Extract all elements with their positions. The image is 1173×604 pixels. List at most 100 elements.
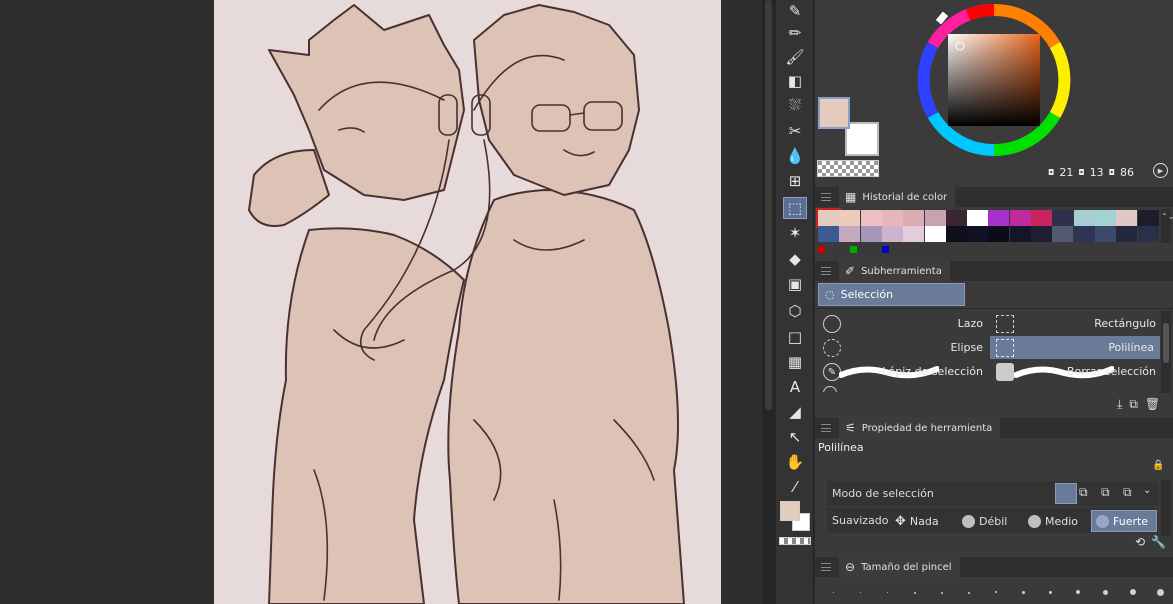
brush-size-panel[interactable] — [815, 577, 1173, 604]
main-color-box[interactable] — [818, 97, 850, 129]
subtool-lapiz-seleccion[interactable]: ✎ Lápiz de selección — [817, 360, 989, 383]
mesh-icon[interactable]: ⊞ — [783, 170, 807, 192]
subtool-borrar-seleccion[interactable]: Borrar selección — [990, 360, 1162, 383]
color-history-swatch[interactable] — [850, 246, 857, 253]
color-history-swatch[interactable] — [1052, 210, 1074, 226]
subtool-group-selection[interactable]: ◌ Selección — [818, 283, 965, 306]
color-history-swatch[interactable] — [988, 226, 1010, 242]
drawing-canvas[interactable] — [214, 0, 721, 604]
trash-icon[interactable]: 🗑 — [1145, 397, 1160, 412]
play-icon[interactable]: ▶ — [1153, 163, 1168, 178]
airbrush-icon[interactable]: ⛆ — [783, 94, 807, 116]
pencil-icon[interactable]: ✏ — [783, 22, 807, 44]
smoothing-fuerte[interactable]: Fuerte — [1091, 510, 1157, 532]
mode-new-icon[interactable] — [1055, 483, 1077, 504]
subtool-lazo[interactable]: Lazo — [817, 312, 989, 335]
chevron-down-icon[interactable]: ⌄ — [1143, 485, 1151, 496]
wrench-icon[interactable]: 🔧 — [1151, 535, 1166, 549]
subtool-polilinea[interactable]: Polilínea — [990, 336, 1160, 359]
color-history-swatch[interactable] — [816, 208, 841, 228]
operation-icon[interactable]: ↖ — [783, 426, 807, 448]
color-history-swatch[interactable] — [818, 226, 839, 242]
subtool-elipse[interactable]: Elipse — [817, 336, 989, 359]
color-history-swatch[interactable] — [1031, 210, 1052, 226]
auto-select-icon[interactable]: ✶ — [783, 222, 807, 244]
menu-icon[interactable] — [821, 193, 831, 201]
color-history-swatch[interactable] — [1073, 226, 1095, 242]
color-history-swatch[interactable] — [988, 210, 1010, 226]
color-history-swatch[interactable] — [1116, 226, 1138, 242]
transparent-color-box[interactable] — [817, 160, 879, 177]
transparent-color-swatch[interactable] — [779, 537, 811, 545]
menu-icon[interactable] — [821, 424, 831, 432]
color-history-swatch[interactable] — [903, 210, 925, 226]
canvas-workspace[interactable] — [0, 0, 762, 604]
pen-icon[interactable]: ✎ — [783, 0, 807, 22]
color-history-swatch[interactable] — [945, 210, 967, 226]
lock-icon[interactable]: 🔒 — [1152, 460, 1164, 471]
scrollbar-thumb[interactable] — [765, 0, 772, 410]
color-history-swatch[interactable] — [860, 226, 882, 242]
color-history-swatch[interactable] — [1031, 226, 1052, 242]
color-history-swatch[interactable] — [881, 210, 903, 226]
color-history-swatch[interactable] — [1073, 210, 1095, 226]
blend-icon[interactable]: 💧 — [783, 145, 807, 167]
subtool-rectangulo[interactable]: Rectángulo — [990, 312, 1162, 335]
smoothing-nada[interactable]: ✥ Nada — [895, 511, 939, 531]
color-history-swatch[interactable] — [903, 226, 925, 242]
tab-tool-property[interactable]: ⚟ Propiedad de herramienta — [839, 418, 1001, 438]
color-history-swatch[interactable] — [1052, 226, 1074, 242]
color-history-swatch[interactable] — [882, 246, 889, 253]
selection-icon[interactable]: ⬚ — [783, 197, 807, 219]
decoration-icon[interactable]: ✂ — [783, 120, 807, 142]
color-history-swatch[interactable] — [860, 210, 882, 226]
color-history-swatch[interactable] — [839, 226, 861, 242]
gradient-icon[interactable]: ▣ — [783, 273, 807, 295]
rectangle-icon[interactable]: □ — [783, 326, 807, 348]
mode-intersect-icon[interactable]: ⧉ — [1123, 485, 1141, 501]
text-icon[interactable]: A — [783, 376, 807, 398]
color-history-swatch[interactable] — [881, 226, 903, 242]
eraser-icon[interactable]: ◧ — [783, 70, 807, 92]
color-history-swatch[interactable] — [1116, 210, 1138, 226]
color-history-swatch[interactable] — [924, 226, 946, 242]
color-history-swatch[interactable] — [1137, 210, 1159, 226]
sub-color-box[interactable] — [845, 122, 879, 156]
pattern-icon[interactable]: ▦ — [783, 351, 807, 373]
color-history-scroll-icon[interactable]: ⌃⌄ — [1161, 209, 1173, 243]
color-history-swatch[interactable] — [945, 226, 967, 242]
main-color-swatch[interactable] — [780, 501, 800, 521]
smoothing-medio[interactable]: Medio — [1028, 511, 1078, 531]
import-icon[interactable]: ⤓ — [1117, 397, 1122, 412]
color-history-swatch[interactable] — [1009, 226, 1031, 242]
color-history-swatch[interactable] — [924, 210, 946, 226]
mode-add-icon[interactable]: ⧉ — [1079, 485, 1097, 501]
brush-icon[interactable]: 🖌 — [783, 46, 807, 68]
color-history-swatch[interactable] — [967, 226, 989, 242]
subtool-scrollbar[interactable] — [1161, 311, 1171, 393]
fill-icon[interactable]: ◆ — [783, 248, 807, 270]
menu-icon[interactable] — [821, 563, 831, 571]
smoothing-debil[interactable]: Débil — [962, 511, 1007, 531]
hand-icon[interactable]: ✋ — [783, 451, 807, 473]
tab-brush-size[interactable]: ⊖ Tamaño del pincel — [839, 557, 960, 577]
menu-icon[interactable] — [821, 267, 831, 275]
color-history-swatch[interactable] — [1094, 226, 1116, 242]
ruler-icon[interactable]: ◢ — [783, 401, 807, 423]
tab-color-history[interactable]: ▦ Historial de color — [839, 187, 956, 207]
duplicate-icon[interactable]: ⧉ — [1129, 397, 1138, 412]
color-history-swatch[interactable] — [839, 210, 861, 226]
mode-subtract-icon[interactable]: ⧉ — [1101, 485, 1119, 501]
3d-cube-icon[interactable]: ⬡ — [783, 300, 807, 322]
reset-icon[interactable]: ⟲ — [1135, 535, 1145, 549]
tab-subtool[interactable]: ✐ Subherramienta — [839, 261, 950, 281]
color-history-swatch[interactable] — [967, 210, 989, 226]
color-history-swatch[interactable] — [1137, 226, 1159, 242]
color-wheel[interactable] — [908, 0, 1080, 170]
color-history-swatch[interactable] — [818, 246, 825, 253]
canvas-scrollbar[interactable] — [762, 0, 776, 604]
color-history-swatch[interactable] — [1094, 210, 1116, 226]
color-history-swatch[interactable] — [1009, 210, 1031, 226]
eyedropper-icon[interactable]: ⁄ — [783, 476, 807, 498]
tool-property-scrollbar[interactable] — [1161, 480, 1171, 536]
